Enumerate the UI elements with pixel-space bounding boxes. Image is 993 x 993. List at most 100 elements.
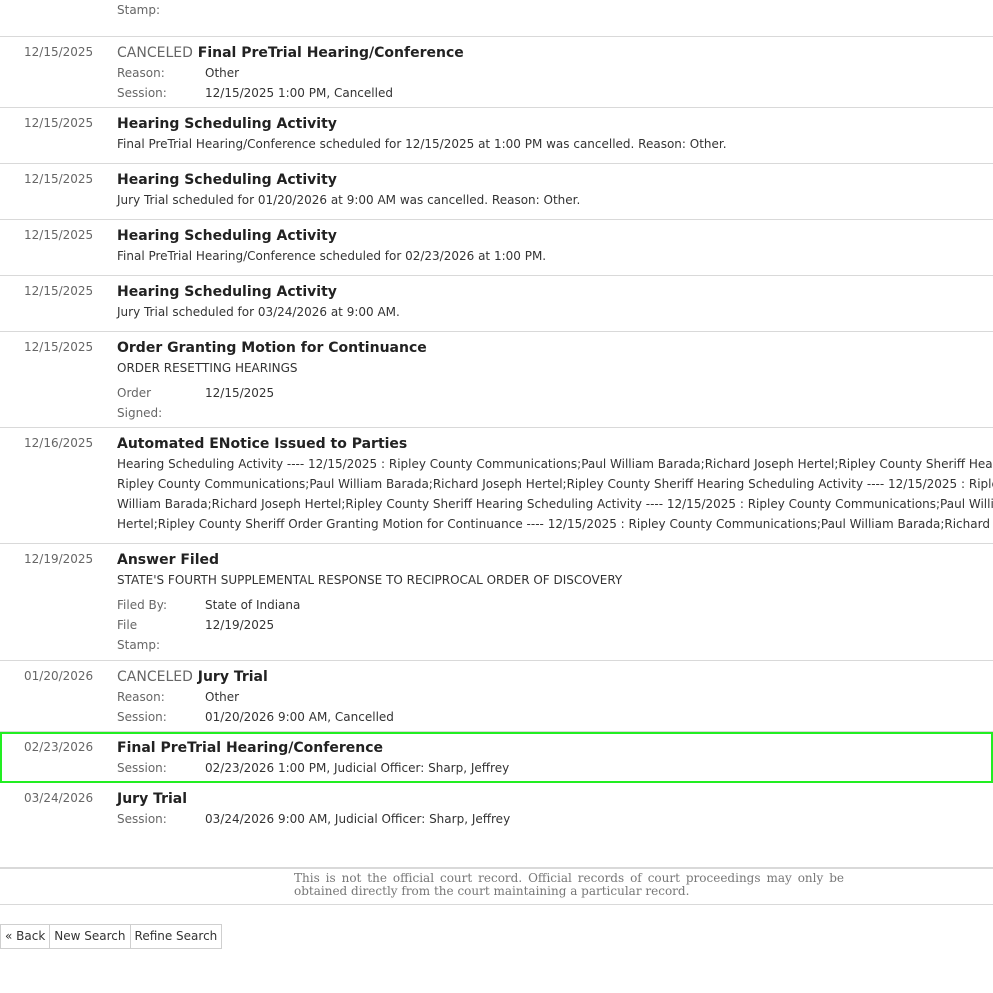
- entry-field: Reason: Other: [117, 687, 993, 707]
- entry-body: Hearing Scheduling Activity Jury Trial sc…: [117, 170, 993, 210]
- entry-title: Jury Trial: [117, 789, 993, 809]
- entry-body: CANCELED Jury Trial Reason: Other Session: 0…: [117, 667, 993, 727]
- entry-title-text: Final PreTrial Hearing/Conference: [117, 740, 384, 756]
- entry-notice-line: Hearing Scheduling Activity ---- 12/15/2…: [117, 457, 993, 471]
- entry-status: CANCELED: [117, 45, 193, 61]
- field-label: Reason:: [117, 690, 165, 704]
- entry-title-text: Jury Trial: [197, 669, 268, 685]
- entry-description: ORDER RESETTING HEARINGS: [117, 361, 298, 375]
- entry-date: 12/15/2025: [24, 340, 94, 354]
- docket-entry: 01/20/2026 CANCELED Jury Trial Reason: Othe…: [0, 661, 993, 732]
- entry-body: Final PreTrial Hearing/Conference Session…: [117, 738, 993, 778]
- entry-title-text: Hearing Scheduling Activity: [117, 116, 337, 132]
- entry-field: Session: 01/20/2026 9:00 AM, Cancelled: [117, 707, 993, 727]
- entry-title-text: Hearing Scheduling Activity: [117, 172, 337, 188]
- entry-description: Jury Trial scheduled for 01/20/2026 at 9…: [117, 193, 581, 207]
- field-value: 03/24/2026 9:00 AM, Judicial Officer: Sh…: [205, 812, 511, 826]
- entry-notice-line: Hertel;Ripley County Sheriff Order Grant…: [117, 517, 993, 531]
- entry-field: File 12/19/2025: [117, 615, 993, 635]
- entry-title-text: Final PreTrial Hearing/Conference: [197, 45, 464, 61]
- entry-description: Final PreTrial Hearing/Conference schedu…: [117, 137, 727, 151]
- entry-title: CANCELED Jury Trial: [117, 667, 993, 687]
- new-search-button[interactable]: New Search: [49, 924, 131, 949]
- entry-date: 12/15/2025: [24, 228, 94, 242]
- entry-title: Hearing Scheduling Activity: [117, 114, 993, 134]
- refine-search-button[interactable]: Refine Search: [129, 924, 223, 949]
- back-button[interactable]: « Back: [0, 924, 51, 949]
- entry-field: Stamp:: [117, 635, 993, 655]
- entry-title: Automated ENotice Issued to Parties: [117, 434, 993, 454]
- entry-field: Session: 03/24/2026 9:00 AM, Judicial Off…: [117, 809, 993, 829]
- entry-body: Hearing Scheduling Activity Final PreTria…: [117, 226, 993, 266]
- entry-title: Hearing Scheduling Activity: [117, 170, 993, 190]
- entry-field: Filed By: State of Indiana: [117, 595, 993, 615]
- entry-description: Jury Trial scheduled for 03/24/2026 at 9…: [117, 305, 400, 319]
- entry-field: Reason: Other: [117, 63, 993, 83]
- field-value: State of Indiana: [205, 598, 301, 612]
- entry-title: Order Granting Motion for Continuance: [117, 338, 993, 358]
- entry-body: CANCELED Final PreTrial Hearing/Conferen…: [117, 43, 993, 103]
- field-label: Reason:: [117, 66, 165, 80]
- entry-date: 12/15/2025: [24, 45, 94, 59]
- field-label: Session:: [117, 812, 167, 826]
- field-value: 02/23/2026 1:00 PM, Judicial Officer: Sh…: [205, 761, 510, 775]
- entry-date: 03/24/2026: [24, 791, 94, 805]
- entry-date: 12/15/2025: [24, 172, 94, 186]
- docket-entry: 12/15/2025 CANCELED Final PreTrial Hearin…: [0, 37, 993, 108]
- docket-entry: File12/11/2025Stamp:: [0, 0, 993, 37]
- docket-entry: 12/19/2025 Answer Filed STATE'S FOURTH SUP…: [0, 544, 993, 661]
- field-value: Other: [205, 690, 240, 704]
- docket-entry: 12/15/2025 Hearing Scheduling Activity Jur…: [0, 164, 993, 220]
- entry-title-text: Automated ENotice Issued to Parties: [117, 436, 408, 452]
- entry-notice-line: Ripley County Communications;Paul Willia…: [117, 477, 993, 491]
- docket-entry: 12/16/2025 Automated ENotice Issued to Pa…: [0, 428, 993, 544]
- field-label: File: [117, 618, 138, 632]
- navigation-buttons: « Back New Search Refine Search: [0, 924, 223, 949]
- entry-date: 12/19/2025: [24, 552, 94, 566]
- entry-date: 12/16/2025: [24, 436, 94, 450]
- entry-description: Final PreTrial Hearing/Conference schedu…: [117, 249, 547, 263]
- entry-title: Answer Filed: [117, 550, 993, 570]
- field-value: Other: [205, 66, 240, 80]
- disclaimer: This is not the official court record. O…: [0, 867, 993, 905]
- entry-field: Session: 02/23/2026 1:00 PM, Judicial Off…: [117, 758, 993, 778]
- field-label: Signed:: [117, 406, 163, 420]
- field-label: Filed By:: [117, 598, 168, 612]
- docket-list: File12/11/2025Stamp: 12/15/2025 CANCELED F…: [0, 0, 993, 869]
- field-value: 12/15/2025: [205, 386, 275, 400]
- entry-field: Session: 12/15/2025 1:00 PM, Cancelled: [117, 83, 993, 103]
- docket-entry: 12/15/2025 Order Granting Motion for Cont…: [0, 332, 993, 428]
- field-value: 12/15/2025 1:00 PM, Cancelled: [205, 86, 393, 100]
- field-value: 01/20/2026 9:00 AM, Cancelled: [205, 710, 394, 724]
- entry-field: Signed:: [117, 403, 993, 423]
- entry-title-text: Hearing Scheduling Activity: [117, 228, 337, 244]
- disclaimer-text: This is not the official court record. O…: [294, 871, 844, 898]
- entry-body: File12/11/2025Stamp:: [117, 0, 993, 20]
- field-label: Stamp:: [117, 3, 161, 17]
- entry-field: Stamp:: [117, 0, 993, 20]
- entry-body: Jury Trial Session: 03/24/2026 9:00 AM, Ju…: [117, 789, 993, 829]
- entry-title: Hearing Scheduling Activity: [117, 282, 993, 302]
- field-label: Session:: [117, 710, 167, 724]
- entry-title-text: Answer Filed: [117, 552, 220, 568]
- entry-body: Hearing Scheduling Activity Jury Trial sc…: [117, 282, 993, 322]
- entry-date: 02/23/2026: [24, 740, 94, 754]
- entry-title: Hearing Scheduling Activity: [117, 226, 993, 246]
- entry-body: Answer Filed STATE'S FOURTH SUPPLEMENTAL …: [117, 550, 993, 655]
- entry-title: Final PreTrial Hearing/Conference: [117, 738, 993, 758]
- field-label: Session:: [117, 86, 167, 100]
- docket-entry: 12/15/2025 Hearing Scheduling Activity Fin…: [0, 220, 993, 276]
- entry-status: CANCELED: [117, 669, 193, 685]
- entry-date: 12/15/2025: [24, 116, 94, 130]
- field-label: Stamp:: [117, 638, 161, 652]
- entry-date: 12/15/2025: [24, 284, 94, 298]
- entry-body: Hearing Scheduling Activity Final PreTria…: [117, 114, 993, 154]
- entry-title-text: Hearing Scheduling Activity: [117, 284, 337, 300]
- docket-entry: 12/15/2025 Hearing Scheduling Activity Fin…: [0, 108, 993, 164]
- field-label: Session:: [117, 761, 167, 775]
- docket-entry: 02/23/2026 Final PreTrial Hearing/Confere…: [0, 732, 993, 783]
- field-label: Order: [117, 386, 152, 400]
- entry-description: STATE'S FOURTH SUPPLEMENTAL RESPONSE TO …: [117, 573, 623, 587]
- entry-field: Order 12/15/2025: [117, 383, 993, 403]
- entry-title-text: Order Granting Motion for Continuance: [117, 340, 427, 356]
